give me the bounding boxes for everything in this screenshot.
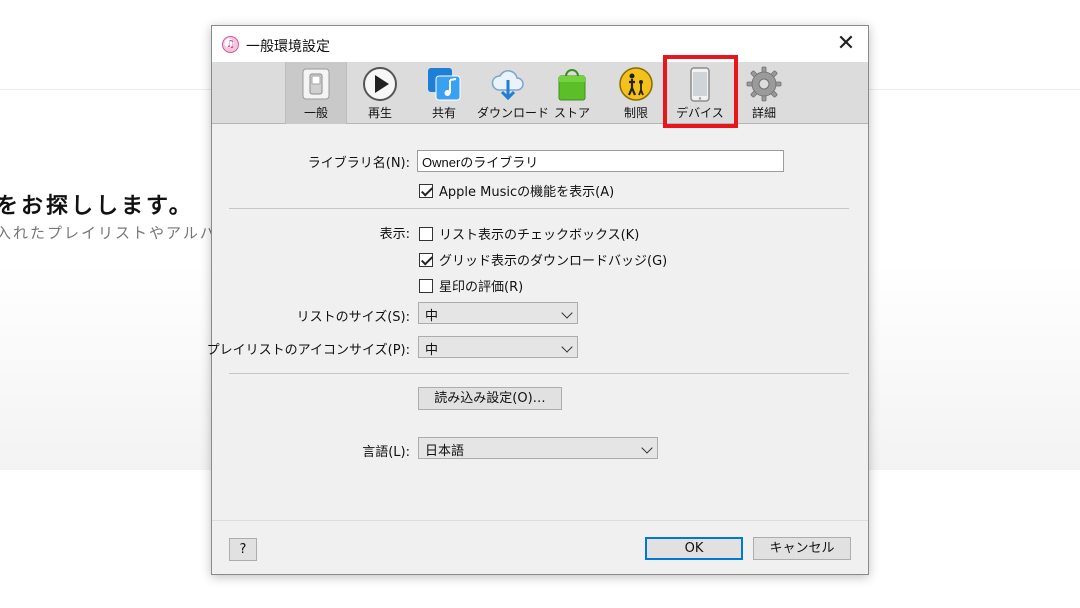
preferences-toolbar: 一般 再生 共有 ダウンロード ストア 制限 デバイス 詳細: [212, 62, 868, 124]
library-name-input[interactable]: [417, 150, 784, 172]
tab-store[interactable]: ストア: [541, 62, 603, 124]
chevron-down-icon: [561, 307, 573, 319]
tab-general[interactable]: 一般: [285, 62, 347, 124]
ok-button[interactable]: OK: [645, 537, 743, 560]
chevron-down-icon: [561, 341, 573, 353]
list-checkboxes-row[interactable]: リスト表示のチェックボックス(K): [419, 224, 639, 243]
tab-devices-label: デバイス: [676, 106, 724, 120]
separator: [229, 208, 849, 209]
dialog-title: 一般環境設定: [246, 39, 330, 55]
tab-store-label: ストア: [553, 106, 590, 120]
separator: [229, 373, 849, 374]
general-settings-panel: ライブラリ名(N): Apple Musicの機能を表示(A) 表示: リスト表…: [207, 124, 868, 520]
tab-sharing-label: 共有: [431, 106, 456, 120]
apple-music-checkbox-row[interactable]: Apple Musicの機能を表示(A): [419, 181, 614, 200]
list-size-label: リストのサイズ(S):: [296, 310, 410, 325]
page-subtext: 入れたプレイリストやアルバ: [0, 224, 217, 242]
shared-music-icon: [428, 68, 461, 101]
list-size-select[interactable]: 中: [418, 302, 578, 324]
chevron-down-icon: [641, 442, 653, 454]
switch-icon: [302, 68, 330, 100]
download-badges-row[interactable]: グリッド表示のダウンロードバッジ(G): [419, 250, 667, 269]
star-ratings-checkbox[interactable]: [419, 278, 433, 293]
tab-devices[interactable]: デバイス: [669, 62, 731, 124]
star-ratings-row[interactable]: 星印の評価(R): [419, 276, 523, 295]
tab-advanced-label: 詳細: [751, 106, 776, 120]
list-size-value: 中: [425, 309, 439, 324]
play-icon: [363, 67, 397, 101]
tab-sharing[interactable]: 共有: [413, 62, 475, 124]
import-settings-button[interactable]: 読み込み設定(O)…: [418, 387, 562, 410]
list-checkboxes-label: リスト表示のチェックボックス(K): [439, 228, 640, 243]
footer-divider: [212, 520, 868, 521]
language-select[interactable]: 日本語: [418, 437, 658, 459]
list-checkboxes-checkbox[interactable]: [419, 226, 433, 241]
general-preferences-dialog: ♫ 一般環境設定 ✕ 一般 再生 共有 ダウンロード ストア 制限 デバイス 詳…: [207, 25, 869, 575]
tab-playback-label: 再生: [367, 106, 392, 120]
shopping-bag-icon: [558, 69, 586, 101]
help-button[interactable]: ?: [229, 538, 257, 561]
language-label: 言語(L):: [362, 445, 410, 460]
dialog-titlebar: ♫ 一般環境設定 ✕: [212, 26, 868, 62]
itunes-note-icon: ♫: [222, 36, 239, 53]
tab-downloads-label: ダウンロード: [477, 106, 550, 120]
library-name-label: ライブラリ名(N):: [307, 156, 410, 171]
page-heading: をお探しします。: [0, 194, 194, 219]
tab-restrictions-label: 制限: [623, 106, 648, 120]
show-label: 表示:: [379, 227, 410, 242]
gear-icon: [746, 66, 782, 102]
playlist-icon-size-value: 中: [425, 343, 439, 358]
apple-music-checkbox-label: Apple Musicの機能を表示(A): [439, 185, 615, 200]
tab-playback[interactable]: 再生: [349, 62, 411, 124]
apple-music-checkbox[interactable]: [419, 183, 433, 198]
language-value: 日本語: [425, 444, 465, 459]
star-ratings-label: 星印の評価(R): [439, 280, 524, 295]
close-button[interactable]: ✕: [824, 26, 868, 62]
tab-general-label: 一般: [303, 106, 328, 120]
playlist-icon-size-label: プレイリストのアイコンサイズ(P):: [206, 343, 410, 358]
cloud-download-icon: [491, 70, 524, 101]
tab-downloads[interactable]: ダウンロード: [477, 62, 550, 124]
tab-restrictions[interactable]: 制限: [605, 62, 667, 124]
playlist-icon-size-select[interactable]: 中: [418, 336, 578, 358]
download-badges-label: グリッド表示のダウンロードバッジ(G): [439, 254, 668, 269]
cancel-button[interactable]: キャンセル: [753, 537, 851, 560]
tab-advanced[interactable]: 詳細: [733, 62, 795, 124]
download-badges-checkbox[interactable]: [419, 252, 433, 267]
parental-control-icon: [619, 67, 653, 101]
phone-icon: [690, 67, 710, 102]
